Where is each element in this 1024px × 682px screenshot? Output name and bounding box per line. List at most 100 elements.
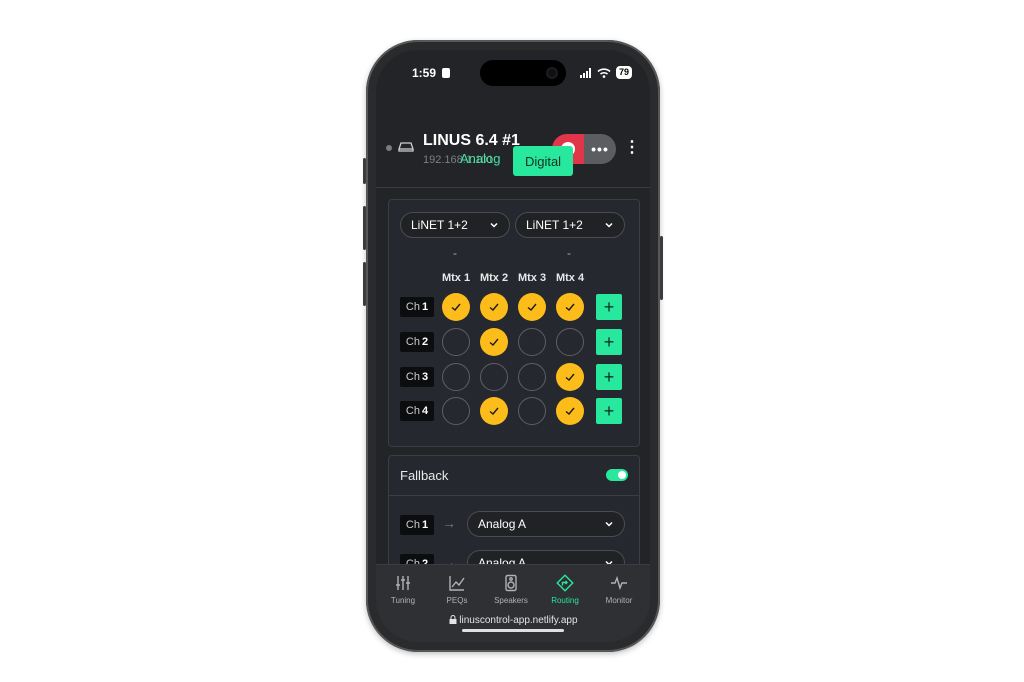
mute-switch [363,158,366,184]
route-toggle-ch3-mtx3[interactable] [518,363,546,391]
tab-analog[interactable]: Analog [460,151,500,166]
route-toggle-ch1-mtx4[interactable] [556,293,584,321]
add-route-button[interactable]: + [596,294,622,320]
route-toggle-ch2-mtx1[interactable] [442,328,470,356]
toggle-knob [618,471,626,479]
route-toggle-ch4-mtx2[interactable] [480,397,508,425]
routing-matrix-card: LiNET 1+2 LiNET 1+2 - - Mtx 1 Mtx 2 Mtx … [388,199,640,447]
source-select-a[interactable]: LiNET 1+2 [400,212,510,238]
status-time: 1:59 [412,66,437,80]
column-header-mtx-4: Mtx 4 [555,272,585,284]
fallback-divider [389,495,639,496]
nav-tuning[interactable]: Tuning [376,565,430,613]
route-toggle-ch3-mtx1[interactable] [442,363,470,391]
phone-frame: 1:59 79 LINUS 6.4 #1 192.168.1.101 ••• ⋮… [363,40,663,652]
fallback-channel-label: Ch 1 [400,515,434,535]
channel-prefix: Ch [405,405,420,417]
check-icon [565,303,575,311]
pulse-icon [611,575,627,591]
cellular-icon [579,67,591,78]
route-toggle-ch3-mtx2[interactable] [480,363,508,391]
column-header-mtx-2: Mtx 2 [479,272,509,284]
chevron-down-icon [605,521,613,527]
sliders-icon [396,576,410,590]
route-toggle-ch2-mtx2[interactable] [480,328,508,356]
fallback-source-select[interactable]: Analog A [467,511,625,537]
eq-graph-icon [449,576,465,591]
route-toggle-ch1-mtx3[interactable] [518,293,546,321]
column-header-mtx-3: Mtx 3 [517,272,547,284]
source-a-dash: - [453,246,457,260]
route-toggle-ch1-mtx2[interactable] [480,293,508,321]
nav-speakers[interactable]: Speakers [484,565,538,613]
check-icon [565,407,575,415]
routing-icon [556,574,574,592]
channel-prefix: Ch [405,336,420,348]
header-divider [376,187,650,188]
route-toggle-ch4-mtx1[interactable] [442,397,470,425]
camera-icon [546,67,558,79]
url-text: linuscontrol-app.netlify.app [459,615,578,626]
route-toggle-ch2-mtx3[interactable] [518,328,546,356]
channel-number: 4 [421,405,429,417]
fallback-toggle[interactable] [606,469,628,481]
phone-screen: 1:59 79 LINUS 6.4 #1 192.168.1.101 ••• ⋮… [376,50,650,642]
battery-indicator: 79 [615,66,632,79]
column-header-mtx-1: Mtx 1 [441,272,471,284]
add-route-button[interactable]: + [596,329,622,355]
route-toggle-ch3-mtx4[interactable] [556,363,584,391]
channel-prefix: Ch [405,371,420,383]
nav-peqs[interactable]: PEQs [430,565,484,613]
channel-label: Ch 2 [400,332,434,352]
browser-url-bar[interactable]: linuscontrol-app.netlify.app [376,612,650,642]
channel-prefix: Ch [405,519,420,531]
route-toggle-ch1-mtx1[interactable] [442,293,470,321]
lock-icon [449,615,456,624]
volume-up-button [363,206,366,250]
check-icon [527,303,537,311]
add-route-button[interactable]: + [596,398,622,424]
channel-number: 3 [421,371,429,383]
channel-number: 1 [421,519,429,531]
channel-label: Ch 1 [400,297,434,317]
source-b-dash: - [567,246,571,260]
fallback-title: Fallback [400,468,449,483]
route-toggle-ch4-mtx4[interactable] [556,397,584,425]
fallback-source-value: Analog A [478,517,527,531]
channel-prefix: Ch [405,301,420,313]
source-select-b-label: LiNET 1+2 [526,218,583,232]
check-icon [451,303,461,311]
speaker-icon [505,574,517,592]
add-route-button[interactable]: + [596,364,622,390]
check-icon [489,407,499,415]
bottom-nav: Tuning PEQs Speakers Routing Monitor [376,564,650,613]
check-icon [489,303,499,311]
check-icon [489,338,499,346]
dynamic-island [480,60,566,86]
power-button [660,236,663,300]
route-toggle-ch4-mtx3[interactable] [518,397,546,425]
nav-tuning-label: Tuning [390,596,416,605]
nav-routing[interactable]: Routing [538,565,592,613]
route-toggle-ch2-mtx4[interactable] [556,328,584,356]
signal-tabs: Analog Digital [376,146,650,176]
nav-speakers-label: Speakers [494,596,528,605]
nav-monitor-label: Monitor [605,596,633,605]
chevron-down-icon [605,222,613,228]
channel-number: 2 [421,336,429,348]
focus-mode-icon [442,68,450,78]
home-indicator[interactable] [462,629,564,632]
channel-number: 1 [421,301,429,313]
nav-monitor[interactable]: Monitor [592,565,646,613]
channel-label: Ch 4 [400,401,434,421]
volume-down-button [363,262,366,306]
tab-digital[interactable]: Digital [513,146,573,176]
check-icon [565,373,575,381]
nav-routing-label: Routing [551,596,579,605]
channel-label: Ch 3 [400,367,434,387]
nav-peqs-label: PEQs [446,596,468,605]
wifi-icon [597,67,611,78]
arrow-right-icon: → [442,515,456,531]
chevron-down-icon [490,222,498,228]
source-select-b[interactable]: LiNET 1+2 [515,212,625,238]
